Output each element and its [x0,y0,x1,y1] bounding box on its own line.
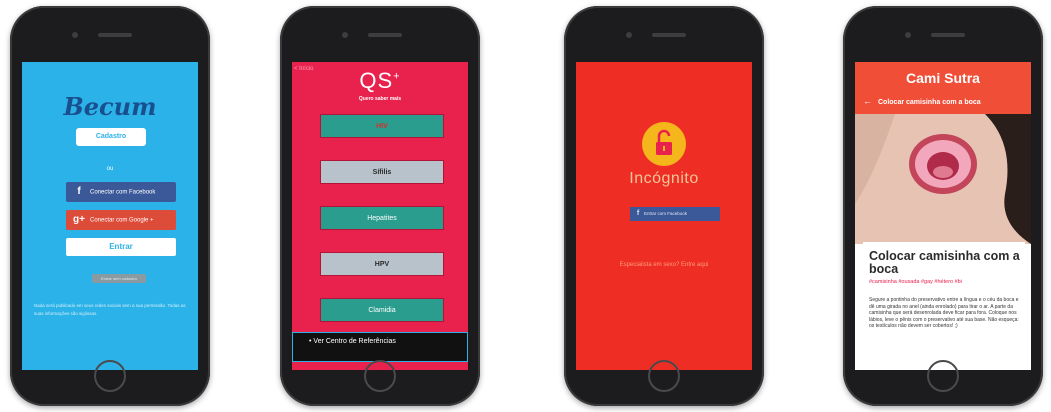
qs-logo-text: QS [359,68,394,93]
privacy-note: Nada será publicado em seus redes sociai… [34,303,186,316]
speaker-grille [98,33,132,37]
article-body: Segure a pontinha do preservativo entre … [869,297,1019,329]
home-button[interactable] [94,360,126,392]
speaker-grille [652,33,686,37]
qs-subtitle: Quero saber mais [358,96,402,102]
google-plus-icon: g+ [73,214,85,225]
or-separator: ou [106,166,114,172]
phone-becum: Becum Cadastro ou f Conectar com Facebook… [10,6,210,406]
home-button[interactable] [927,360,959,392]
phone-camisutra: Cami Sutra ← Colocar camisinha com a boca… [843,6,1043,406]
google-connect-button[interactable]: g+ Conectar com Google + [66,210,176,230]
qs-logo-plus: + [393,70,401,83]
phone-incognito: Incógnito f Entrar com Facebook Especiali… [564,6,764,406]
topic-hiv-button[interactable]: HIV [320,114,444,138]
facebook-icon: f [77,186,81,197]
camera-dot [905,32,911,38]
article-card: Colocar camisinha com a boca #camisinha … [863,242,1025,370]
google-connect-label: Conectar com Google + [90,217,154,224]
camera-dot [342,32,348,38]
app-title: Cami Sutra [906,70,980,86]
nav-title: Colocar camisinha com a boca [878,99,981,106]
facebook-icon: f [636,210,640,217]
reference-center-label: Ver Centro de Referências [313,338,396,345]
back-arrow-icon[interactable]: ← [863,96,872,106]
article-tags[interactable]: #camisinha #ousada #gay #hétero #bi [869,279,962,285]
becum-screen: Becum Cadastro ou f Conectar com Facebook… [22,62,198,370]
unlock-icon [642,122,686,166]
reference-center-link[interactable]: • Ver Centro de Referências [292,332,468,362]
article-heading: Colocar camisinha com a boca [869,249,1020,276]
speaker-grille [931,33,965,37]
enter-without-signup-button[interactable]: Entrar sem cadastro [92,274,146,283]
expert-login-link[interactable]: Especialista em sexo? Entre aqui [576,262,752,268]
incognito-screen: Incógnito f Entrar com Facebook Especiali… [576,62,752,370]
cadastro-button[interactable]: Cadastro [76,128,146,146]
qs-logo: QS+ [292,68,468,94]
topic-clamidia-button[interactable]: Clamidia [320,298,444,322]
qs-screen: < Início QS+ Quero saber mais HIV Sífili… [292,62,468,370]
facebook-login-label: Entrar com Facebook [644,211,688,216]
article-photo [855,114,1031,244]
home-button[interactable] [364,360,396,392]
facebook-connect-button[interactable]: f Conectar com Facebook [66,182,176,202]
app-header: Cami Sutra ← Colocar camisinha com a boca [855,62,1031,114]
phone-qs: < Início QS+ Quero saber mais HIV Sífili… [280,6,480,406]
facebook-connect-label: Conectar com Facebook [90,189,156,196]
speaker-grille [368,33,402,37]
topic-sifilis-button[interactable]: Sífilis [320,160,444,184]
home-button[interactable] [648,360,680,392]
topic-hepatites-button[interactable]: Hepatites [320,206,444,230]
topic-hpv-button[interactable]: HPV [320,252,444,276]
becum-logo: Becum [63,92,157,121]
camera-dot [626,32,632,38]
camera-dot [72,32,78,38]
facebook-login-button[interactable]: f Entrar com Facebook [630,207,720,221]
entrar-button[interactable]: Entrar [66,238,176,256]
back-navigation[interactable]: ← Colocar camisinha com a boca [863,96,981,106]
camisutra-screen: Cami Sutra ← Colocar camisinha com a boca… [855,62,1031,370]
incognito-title: Incógnito [629,170,699,187]
